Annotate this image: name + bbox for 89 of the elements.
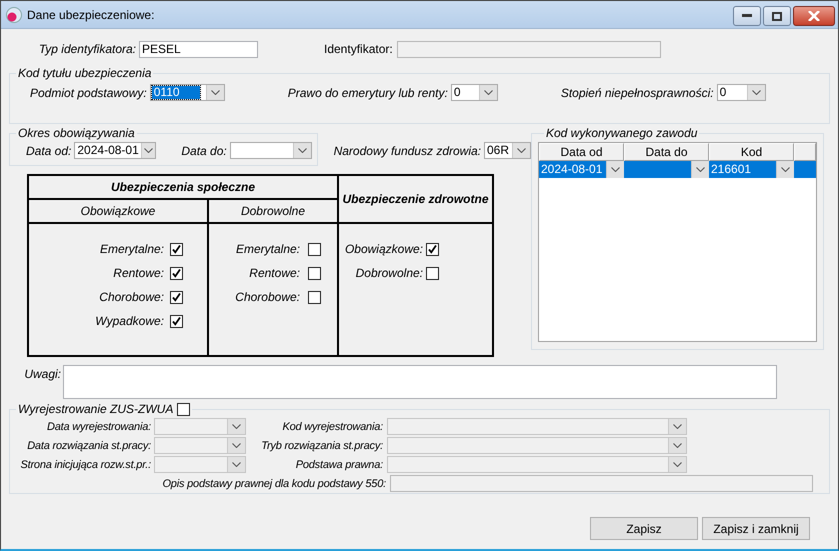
identifier-type-field[interactable]: PESEL [139, 40, 258, 58]
chevron-down-icon [673, 424, 682, 429]
dropdown-button[interactable] [606, 161, 624, 178]
field-label: Identyfikator: [324, 42, 393, 56]
checkbox[interactable] [426, 266, 439, 280]
field-label: Data do: [181, 144, 227, 158]
chevron-down-icon [298, 148, 307, 153]
close-icon [808, 11, 820, 21]
checkbox[interactable] [308, 290, 321, 304]
field-label: Podstawa prawna: [294, 458, 383, 470]
field-label: Strona inicjująca rozw.st.pr.: [19, 458, 151, 470]
checkbox-label: Dobrowolne: [354, 266, 423, 280]
group-title: Kod tytułu ubezpieczenia [17, 66, 152, 80]
dropdown-button[interactable] [512, 143, 530, 158]
field-label: Data rozwiązania st.pracy: [26, 440, 151, 452]
field-label: Tryb rozwiązania st.pracy: [260, 440, 383, 452]
dropdown-button[interactable] [140, 143, 156, 158]
grid-cell-dropdown[interactable]: 216601 [709, 161, 794, 178]
checkbox[interactable] [170, 242, 183, 256]
app-logo-icon [6, 6, 22, 22]
date-dropdown-field[interactable]: 2024-08-01 [74, 142, 156, 159]
chevron-down-icon [144, 148, 154, 153]
notes-field[interactable] [63, 365, 777, 399]
column-header[interactable]: Data do [624, 143, 709, 161]
field-label: Podmiot podstawowy: [30, 86, 147, 100]
column-header[interactable]: Data od [539, 143, 624, 161]
chevron-down-icon [232, 443, 241, 448]
grid-row[interactable]: 2024-08-01 216601 [539, 161, 816, 179]
checkbox[interactable] [308, 266, 321, 280]
dropdown-field[interactable]: 0 [450, 84, 498, 101]
dropdown-field[interactable]: 06R [484, 142, 531, 159]
chevron-down-icon [752, 90, 761, 95]
dropdown-button[interactable] [776, 161, 794, 178]
column-header[interactable]: Kod [709, 143, 794, 161]
chevron-down-icon [517, 148, 526, 153]
field-label: Uwagi: [23, 366, 61, 381]
dropdown-button[interactable] [746, 85, 765, 100]
minimize-icon [742, 14, 752, 18]
checkbox-label: Wypadkowe: [95, 314, 164, 328]
chevron-down-icon [781, 167, 790, 172]
field-label: Prawo do emerytury lub renty: [288, 86, 448, 100]
checkbox[interactable] [170, 266, 183, 280]
table-header: Ubezpieczenia społeczne [28, 175, 338, 199]
chevron-down-icon [484, 90, 493, 95]
checkbox[interactable] [426, 242, 439, 256]
dropdown-button[interactable] [478, 85, 497, 100]
field-label: Opis podstawy prawnej dla kodu podstawy 550: [161, 478, 386, 490]
save-button[interactable]: Zapisz [590, 517, 698, 540]
chevron-down-icon [210, 90, 220, 95]
dropdown-field[interactable]: 0110 [150, 84, 225, 101]
chevron-down-icon [611, 167, 620, 172]
field-label: Data od: [26, 144, 72, 158]
field-label: Typ identyfikatora: [38, 42, 136, 56]
group-title: Kod wykonywanego zawodu [545, 126, 698, 140]
chevron-down-icon [232, 424, 241, 429]
maximize-button[interactable] [763, 6, 791, 26]
field-label: Data wyrejestrowania: [46, 420, 151, 432]
table-subheader: Obowiązkowe [28, 199, 208, 223]
dropdown-button[interactable] [206, 85, 224, 100]
date-dropdown-field[interactable] [230, 142, 312, 159]
checkbox-label: Rentowe: [249, 266, 300, 280]
checkbox-label: Obowiązkowe: [344, 242, 423, 256]
group-title: Wyrejestrowanie ZUS-ZWUA [18, 402, 174, 416]
checkbox[interactable] [170, 314, 183, 328]
chevron-down-icon [696, 167, 705, 172]
field-label: Kod wyrejestrowania: [281, 420, 383, 432]
maximize-icon [772, 12, 782, 20]
checkbox-label: Chorobowe: [235, 290, 300, 304]
chevron-down-icon [673, 443, 682, 448]
dropdown-button[interactable] [691, 161, 709, 178]
checkbox-label: Chorobowe: [99, 290, 164, 304]
window-title: Dane ubezpieczeniowe: [27, 8, 154, 22]
table-header: Ubezpieczenie zdrowotne [338, 175, 493, 223]
chevron-down-icon [232, 462, 241, 467]
dropdown-field[interactable]: 0 [716, 84, 766, 101]
dropdown-button[interactable] [292, 143, 311, 158]
field-label: Stopień niepełnosprawności: [560, 86, 714, 100]
close-button[interactable] [793, 6, 835, 26]
group-title: Okres obowiązywania [17, 126, 136, 140]
grid-cell-dropdown[interactable]: 2024-08-01 [539, 161, 624, 178]
checkbox-label: Emerytalne: [236, 242, 300, 256]
field-label: Narodowy fundusz zdrowia: [334, 144, 481, 158]
checkbox[interactable] [308, 242, 321, 256]
checkbox-label: Rentowe: [113, 266, 164, 280]
save-and-close-button[interactable]: Zapisz i zamknij [702, 517, 810, 540]
minimize-button[interactable] [733, 6, 761, 26]
checkbox-label: Emerytalne: [100, 242, 164, 256]
checkbox[interactable] [170, 290, 183, 304]
chevron-down-icon [673, 462, 682, 467]
